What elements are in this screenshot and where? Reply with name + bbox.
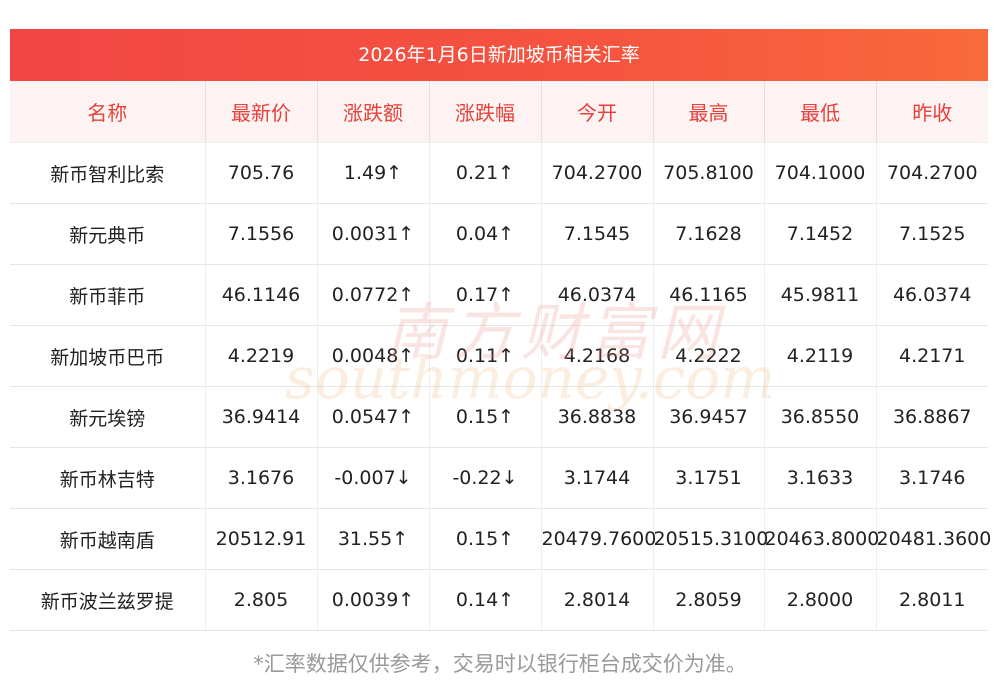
table-row: 新币波兰兹罗提 2.805 0.0039↑ 0.14↑ 2.8014 2.8059 2.80… [10,569,988,631]
cell-latest: 3.1676 [205,447,318,509]
cell-change: 0.0031↑ [317,203,430,265]
cell-change: 31.55↑ [317,508,430,570]
exchange-rate-table: 名称 最新价 涨跌额 涨跌幅 今开 最高 最低 昨收 新币智利比索 705.76 1… [10,81,991,631]
cell-change-pct: 0.14↑ [429,569,542,631]
cell-high: 2.8059 [653,569,765,631]
header-open: 今开 [541,81,654,143]
table-row: 新币越南盾 20512.91 31.55↑ 0.15↑ 20479.7600 20515.… [10,508,991,570]
cell-high: 4.2222 [653,325,765,387]
cell-change: 0.0048↑ [317,325,430,387]
cell-latest: 2.805 [205,569,318,631]
cell-prev-close: 36.8867 [876,386,988,448]
cell-change: 0.0547↑ [317,386,430,448]
cell-high: 7.1628 [653,203,765,265]
table-title: 2026年1月6日新加坡币相关汇率 [10,29,988,81]
cell-change-pct: 0.21↑ [429,142,542,204]
cell-name: 新元典币 [10,203,206,265]
cell-low: 36.8550 [764,386,877,448]
cell-prev-close: 2.8011 [876,569,988,631]
cell-change-pct: 0.11↑ [429,325,542,387]
footnote: *汇率数据仅供参考，交易时以银行柜台成交价为准。 [253,652,747,676]
table-row: 新元埃镑 36.9414 0.0547↑ 0.15↑ 36.8838 36.9457 36.… [10,386,988,448]
cell-high: 46.1165 [653,264,765,326]
header-change: 涨跌额 [317,81,430,143]
cell-change: 0.0039↑ [317,569,430,631]
cell-open: 3.1744 [541,447,654,509]
cell-open: 704.2700 [541,142,654,204]
cell-name: 新元埃镑 [10,386,206,448]
header-change-pct: 涨跌幅 [429,81,542,143]
cell-latest: 705.76 [205,142,318,204]
cell-low: 4.2119 [764,325,877,387]
cell-low: 3.1633 [764,447,877,509]
header-high: 最高 [653,81,765,143]
cell-high: 20515.3100 [653,508,768,570]
cell-low: 45.9811 [764,264,877,326]
cell-open: 4.2168 [541,325,654,387]
cell-high: 36.9457 [653,386,765,448]
table-row: 新加坡币巴币 4.2219 0.0048↑ 0.11↑ 4.2168 4.2222 4.21… [10,325,988,387]
cell-high: 705.8100 [653,142,765,204]
cell-low: 20463.8000 [764,508,879,570]
header-latest: 最新价 [205,81,318,143]
table-row: 新元典币 7.1556 0.0031↑ 0.04↑ 7.1545 7.1628 7.1452… [10,203,988,265]
header-low: 最低 [764,81,877,143]
cell-name: 新币智利比索 [10,142,206,204]
cell-prev-close: 20481.3600 [876,508,991,570]
header-prev-close: 昨收 [876,81,988,143]
cell-high: 3.1751 [653,447,765,509]
cell-latest: 4.2219 [205,325,318,387]
cell-open: 46.0374 [541,264,654,326]
cell-change-pct: 0.17↑ [429,264,542,326]
table-row: 新币智利比索 705.76 1.49↑ 0.21↑ 704.2700 705.8100 70… [10,142,988,204]
cell-name: 新币越南盾 [10,508,206,570]
cell-name: 新加坡币巴币 [10,325,206,387]
cell-name: 新币林吉特 [10,447,206,509]
cell-change-pct: 0.04↑ [429,203,542,265]
cell-latest: 46.1146 [205,264,318,326]
cell-open: 20479.7600 [541,508,656,570]
cell-prev-close: 4.2171 [876,325,988,387]
cell-open: 7.1545 [541,203,654,265]
cell-prev-close: 7.1525 [876,203,988,265]
cell-open: 2.8014 [541,569,654,631]
cell-change-pct: 0.15↑ [429,386,542,448]
cell-low: 704.1000 [764,142,877,204]
cell-open: 36.8838 [541,386,654,448]
cell-prev-close: 704.2700 [876,142,988,204]
cell-latest: 36.9414 [205,386,318,448]
cell-prev-close: 3.1746 [876,447,988,509]
cell-name: 新币菲币 [10,264,206,326]
table-row: 新币菲币 46.1146 0.0772↑ 0.17↑ 46.0374 46.1165 45.… [10,264,988,326]
cell-low: 7.1452 [764,203,877,265]
table-header-row: 名称 最新价 涨跌额 涨跌幅 今开 最高 最低 昨收 [10,81,988,143]
cell-prev-close: 46.0374 [876,264,988,326]
cell-change-pct: -0.22↓ [429,447,542,509]
cell-latest: 7.1556 [205,203,318,265]
cell-change: 0.0772↑ [317,264,430,326]
page: 2026年1月6日新加坡币相关汇率 名称 最新价 涨跌额 涨跌幅 今开 最高 最… [0,0,1000,697]
table-row: 新币林吉特 3.1676 -0.007↓ -0.22↓ 3.1744 3.1751 3.16… [10,447,988,509]
cell-name: 新币波兰兹罗提 [10,569,206,631]
header-name: 名称 [10,81,206,143]
cell-low: 2.8000 [764,569,877,631]
cell-latest: 20512.91 [205,508,318,570]
cell-change-pct: 0.15↑ [429,508,542,570]
cell-change: -0.007↓ [317,447,430,509]
cell-change: 1.49↑ [317,142,430,204]
